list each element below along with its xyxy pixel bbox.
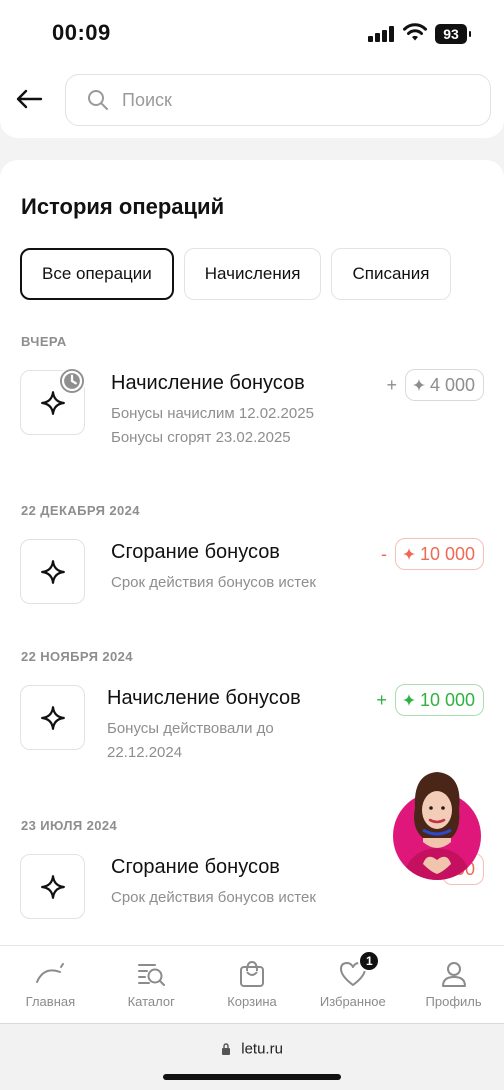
operation-icon <box>20 685 85 750</box>
operation-title: Сгорание бонусов <box>111 541 280 563</box>
sparkle-icon <box>402 547 416 561</box>
nav-profile[interactable]: Профиль <box>403 946 504 1023</box>
home-indicator[interactable] <box>163 1074 341 1080</box>
home-arc-icon <box>36 963 65 983</box>
battery-indicator: 93 <box>435 24 471 44</box>
sparkle-icon <box>402 693 416 707</box>
sparkle-icon <box>40 874 65 899</box>
nav-label: Профиль <box>425 994 482 1009</box>
search-input[interactable] <box>122 89 462 111</box>
search-icon <box>88 90 108 110</box>
assistant-avatar-icon[interactable] <box>393 768 481 880</box>
operation-detail: Бонусы начислим 12.02.2025 <box>111 405 314 422</box>
operation-item[interactable]: Сгорание бонусов Срок действия бонусов и… <box>20 538 484 609</box>
nav-label: Главная <box>25 994 76 1009</box>
filter-all[interactable]: Все операции <box>20 248 174 300</box>
nav-label: Избранное <box>319 994 386 1009</box>
operation-detail: Срок действия бонусов истек <box>111 889 316 906</box>
operation-title: Начисление бонусов <box>107 687 301 709</box>
operation-amount: - 10 000 <box>381 538 484 570</box>
operation-detail: Бонусы сгорят 23.02.2025 <box>111 429 291 446</box>
lock-icon <box>222 1043 231 1056</box>
operation-detail: Срок действия бонусов истек <box>111 574 316 591</box>
operation-amount: + 10 000 <box>376 684 484 716</box>
filter-tabs: Все операции Начисления Списания <box>20 248 451 300</box>
filter-credits[interactable]: Начисления <box>183 248 322 300</box>
filter-debits[interactable]: Списания <box>331 248 451 300</box>
date-header: 22 ДЕКАБРЯ 2024 <box>21 503 140 518</box>
nav-home[interactable]: Главная <box>0 946 101 1023</box>
amount-sign: + <box>376 689 387 710</box>
nav-catalog[interactable]: Каталог <box>101 946 202 1023</box>
operation-title: Начисление бонусов <box>111 372 305 394</box>
status-bar: 00:09 93 <box>0 0 504 62</box>
sparkle-icon <box>40 559 65 584</box>
nav-favorites[interactable]: 1 Избранное <box>302 946 403 1023</box>
profile-icon <box>441 962 466 987</box>
operation-icon <box>20 854 85 919</box>
nav-label: Каталог <box>127 994 175 1009</box>
wifi-icon <box>403 23 427 41</box>
date-header: 23 ИЮЛЯ 2024 <box>21 818 118 833</box>
sparkle-icon <box>412 378 426 392</box>
amount-value: 10 000 <box>419 543 475 564</box>
bottom-nav: Главная Каталог Корзина 1 Избранное Проф… <box>0 945 504 1023</box>
nav-label: Корзина <box>227 994 277 1009</box>
operation-icon <box>20 367 86 435</box>
date-header: ВЧЕРА <box>21 334 67 349</box>
operation-amount: + 4 000 <box>386 369 484 401</box>
signal-icon <box>368 26 394 42</box>
operation-detail: 22.12.2024 <box>107 744 183 761</box>
search-box[interactable] <box>65 74 491 126</box>
url-bar[interactable]: letu.ru <box>0 1040 504 1058</box>
status-time: 00:09 <box>52 20 111 45</box>
amount-sign: - <box>380 543 387 564</box>
favorites-count-badge: 1 <box>358 950 381 972</box>
operation-icon <box>20 539 85 604</box>
amount-pill: 10 000 <box>394 684 484 716</box>
operation-item[interactable]: Начисление бонусов Бонусы действовали до… <box>20 684 484 761</box>
url-text: letu.ru <box>241 1040 283 1058</box>
back-button[interactable] <box>12 82 46 116</box>
operation-detail: Бонусы действовали до <box>107 720 274 737</box>
amount-value: 4 000 <box>429 374 475 395</box>
amount-value: 10 000 <box>419 689 475 710</box>
date-header: 22 НОЯБРЯ 2024 <box>21 649 133 664</box>
clock-icon <box>58 367 86 395</box>
bag-icon <box>239 960 264 987</box>
arrow-left-icon <box>16 89 43 109</box>
operation-title: Сгорание бонусов <box>111 856 280 878</box>
catalog-search-icon <box>138 964 166 986</box>
sparkle-icon <box>40 705 65 730</box>
nav-cart[interactable]: Корзина <box>202 946 303 1023</box>
top-bar <box>0 62 504 138</box>
amount-pill: 4 000 <box>404 369 484 401</box>
page-title: История операций <box>21 194 225 219</box>
amount-pill: 10 000 <box>394 538 484 570</box>
operation-item[interactable]: Начисление бонусов Бонусы начислим 12.02… <box>20 367 484 446</box>
amount-sign: + <box>386 374 397 395</box>
browser-bar: letu.ru <box>0 1023 504 1090</box>
